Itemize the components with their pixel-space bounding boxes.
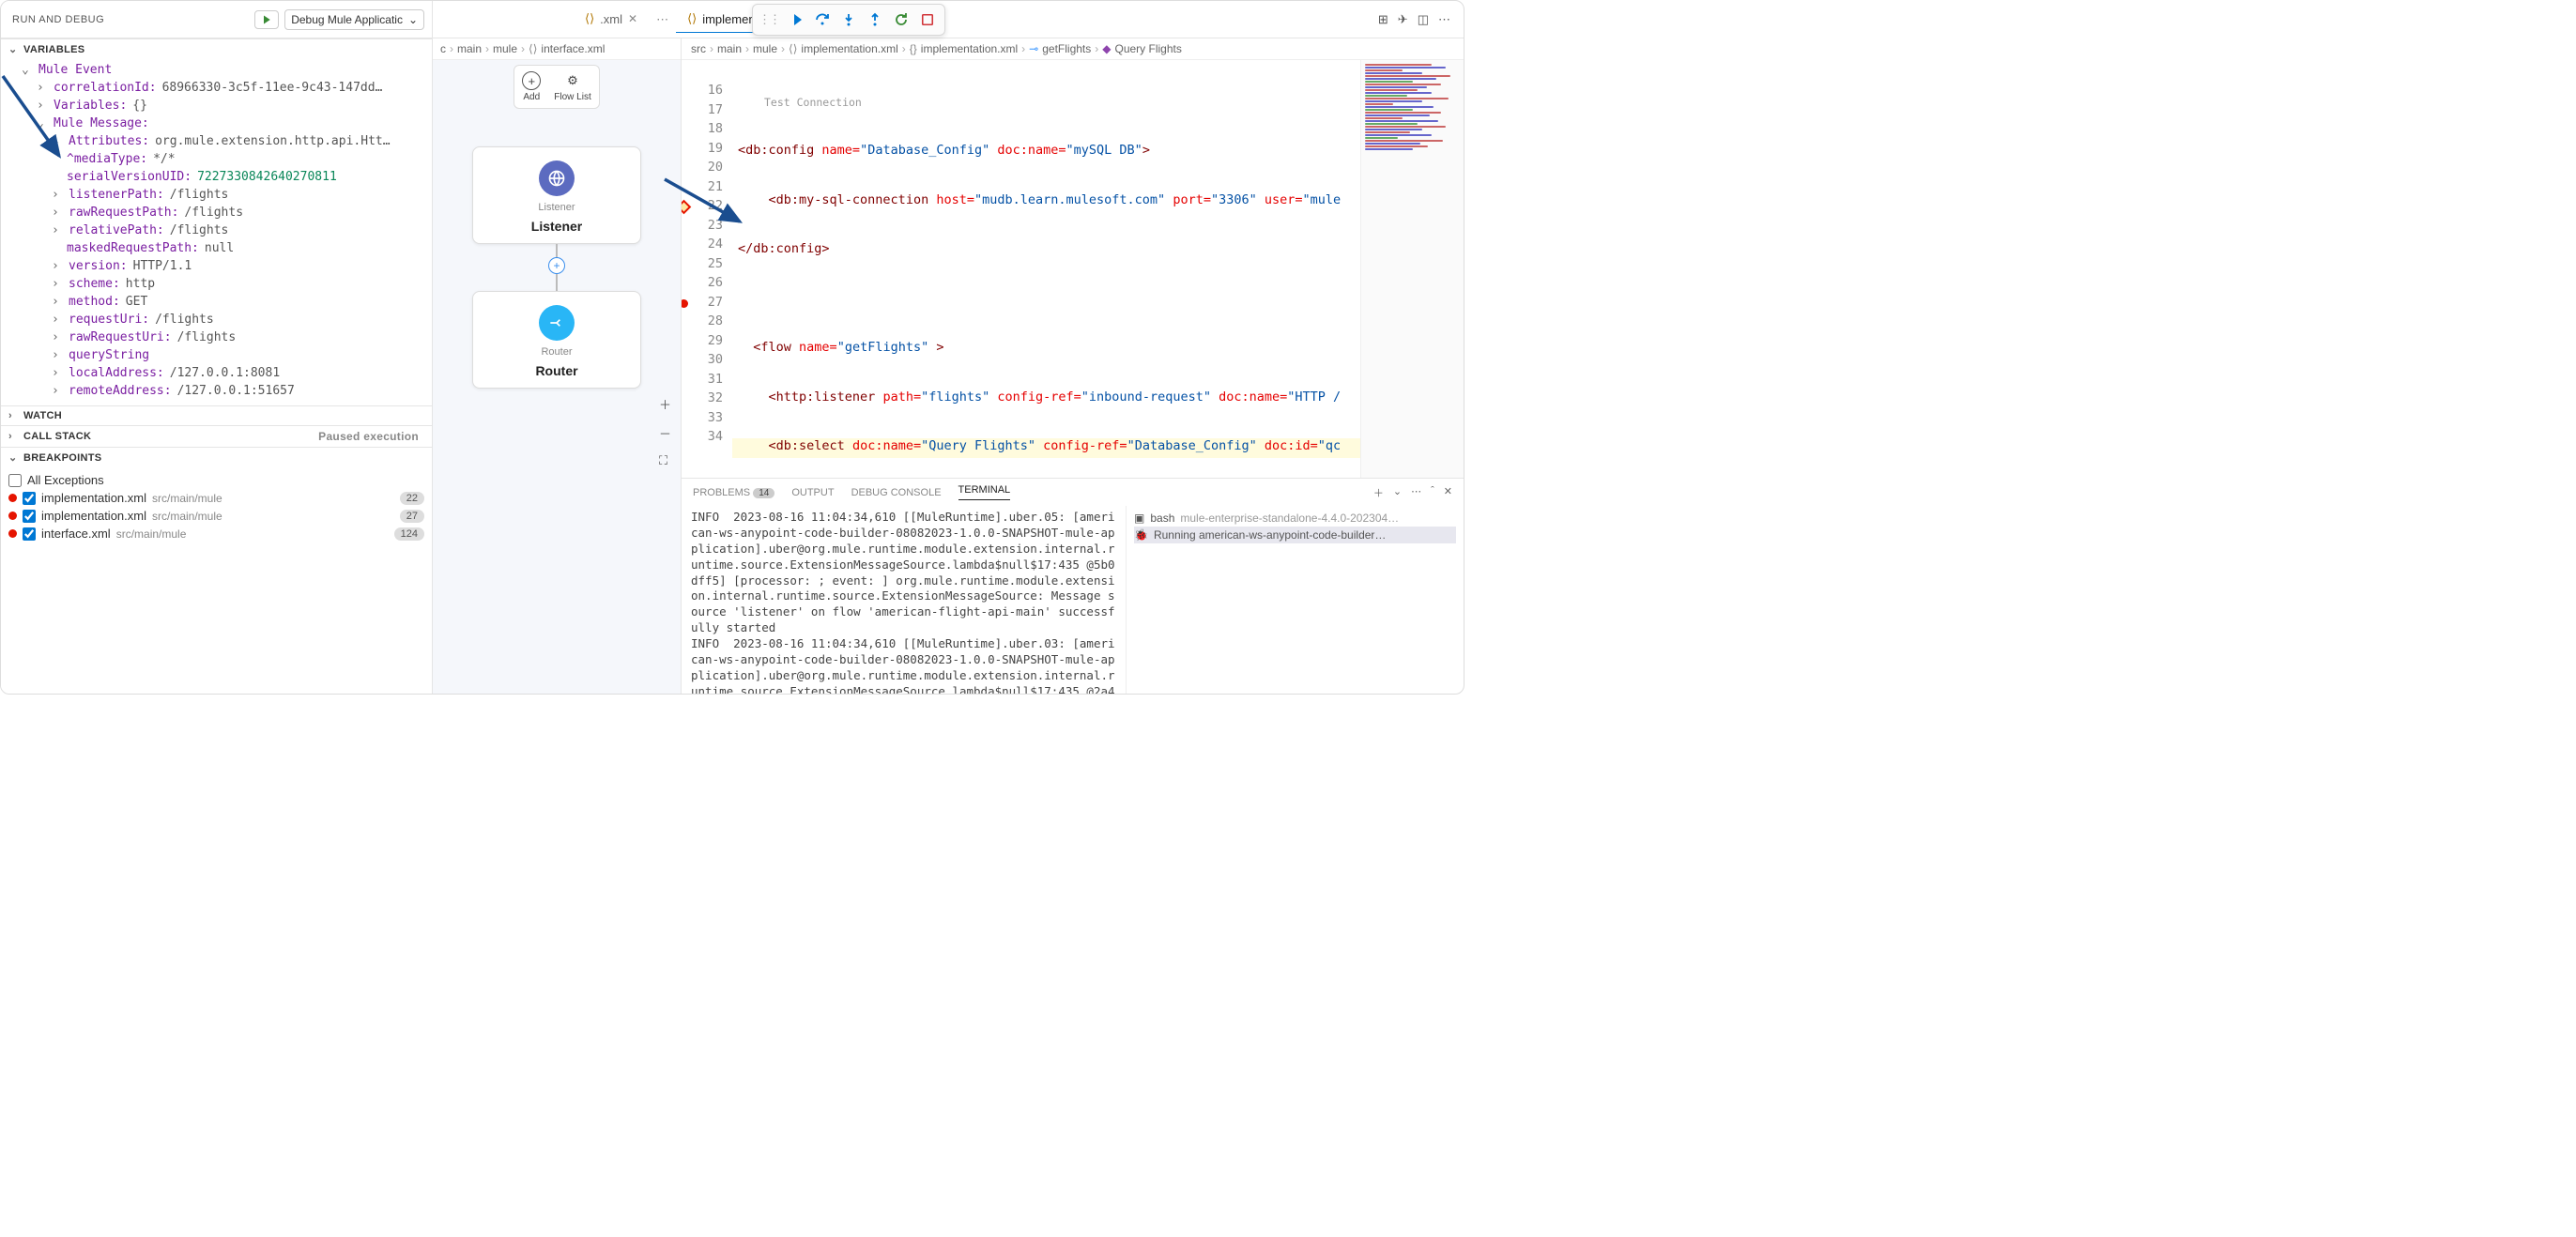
tree-node[interactable]: ›method: GET — [1, 293, 432, 311]
problems-tab[interactable]: PROBLEMS 14 — [693, 487, 774, 498]
step-over-button[interactable] — [811, 8, 834, 31]
tree-node[interactable]: ›relativePath: /flights — [1, 221, 432, 239]
breakpoints-section[interactable]: ⌄BREAKPOINTS All Exceptions implementati… — [1, 447, 432, 546]
restart-button[interactable] — [890, 8, 912, 31]
zoom-out-button[interactable]: － — [659, 424, 671, 442]
code-lines[interactable]: Test Connection <db:config name="Databas… — [732, 60, 1360, 478]
terminal-list: ▣bash mule-enterprise-standalone-4.4.0-2… — [1126, 506, 1464, 694]
zoom-in-button[interactable]: ＋ — [659, 395, 671, 413]
annotation-arrow-1 — [0, 67, 106, 173]
bottom-panel: PROBLEMS 14 OUTPUT DEBUG CONSOLE TERMINA… — [682, 478, 1464, 694]
plus-icon: + — [522, 71, 541, 90]
main-area: ⋮⋮ ⟨⟩.xml✕ ⋯ ⟨⟩implementation.xml✕ ⟨⟩int… — [433, 1, 1464, 694]
editor-tabs: ⟨⟩.xml✕ ⋯ ⟨⟩implementation.xml✕ ⟨⟩interf… — [433, 1, 1464, 38]
close-icon[interactable]: ✕ — [628, 12, 637, 25]
maximize-button[interactable]: ˆ — [1431, 485, 1434, 500]
flowlist-button[interactable]: ⚙Flow List — [554, 71, 590, 102]
tree-node[interactable]: ›version: HTTP/1.1 — [1, 257, 432, 275]
close-panel-button[interactable]: ✕ — [1444, 485, 1452, 500]
add-node-button[interactable]: + — [548, 257, 565, 274]
checkbox[interactable] — [23, 492, 36, 505]
start-debug-button[interactable] — [254, 10, 279, 29]
sidebar-header: RUN AND DEBUG Debug Mule Applicatic ⌄ — [1, 1, 432, 38]
codelens[interactable]: Test Connection — [732, 96, 1360, 113]
flow-breadcrumbs[interactable]: c› main› mule› ⟨⟩interface.xml — [433, 38, 681, 60]
tree-node[interactable]: ›requestUri: /flights — [1, 311, 432, 328]
chevron-down-icon: ⌄ — [408, 13, 418, 26]
tree-node[interactable]: ›rawRequestUri: /flights — [1, 328, 432, 346]
file-icon: ⟨⟩ — [585, 11, 594, 26]
tree-node[interactable]: ›queryString — [1, 346, 432, 364]
sidebar-title: RUN AND DEBUG — [12, 14, 104, 25]
watch-section[interactable]: ›WATCH — [1, 405, 432, 425]
continue-button[interactable] — [785, 8, 807, 31]
terminal-output[interactable]: INFO 2023-08-16 11:04:34,610 [[MuleRunti… — [682, 506, 1126, 694]
breakpoint-icon[interactable] — [682, 299, 688, 308]
tree-node[interactable]: ›listenerPath: /flights — [1, 186, 432, 204]
breakpoint-dot-icon — [8, 512, 17, 520]
editor-split: c› main› mule› ⟨⟩interface.xml +Add ⚙Flo… — [433, 38, 1464, 694]
globe-icon — [539, 160, 575, 196]
debug-toolbar[interactable]: ⋮⋮ — [752, 4, 945, 36]
checkbox[interactable] — [23, 527, 36, 541]
more-button[interactable]: ⋯ — [1411, 485, 1421, 500]
code-body[interactable]: 16 17 18 19 20 21 22 23 24 25 26 27 28 2… — [682, 60, 1464, 478]
debug-console-tab[interactable]: DEBUG CONSOLE — [851, 487, 942, 498]
hierarchy-icon[interactable]: ⊞ — [1378, 12, 1388, 27]
minimap[interactable] — [1360, 60, 1464, 478]
tree-node[interactable]: ›remoteAddress: /127.0.0.1:51657 — [1, 382, 432, 400]
drag-grip-icon[interactable]: ⋮⋮ — [759, 12, 781, 27]
breadcrumbs[interactable]: src› main› mule› ⟨⟩implementation.xml› {… — [682, 38, 1464, 60]
annotation-arrow-2 — [655, 170, 759, 238]
tree-node[interactable]: ›rawRequestPath: /flights — [1, 204, 432, 221]
breakpoint-row[interactable]: interface.xml src/main/mule124 — [8, 525, 424, 542]
file-icon: ⟨⟩ — [687, 11, 697, 26]
flow-canvas[interactable]: c› main› mule› ⟨⟩interface.xml +Add ⚙Flo… — [433, 38, 682, 694]
app-root: RUN AND DEBUG Debug Mule Applicatic ⌄ ⌄V… — [0, 0, 1464, 695]
editor-tab[interactable]: ⟨⟩.xml✕ — [574, 6, 649, 33]
breakpoint-dot-icon — [8, 529, 17, 538]
breakpoint-row[interactable]: implementation.xml src/main/mule22 — [8, 489, 424, 507]
breakpoint-dot-icon — [8, 494, 17, 502]
checkbox[interactable] — [8, 474, 22, 487]
checkbox[interactable] — [23, 510, 36, 523]
flow-toolbar: +Add ⚙Flow List — [514, 65, 599, 109]
panel-tabs: PROBLEMS 14 OUTPUT DEBUG CONSOLE TERMINA… — [682, 479, 1464, 506]
new-terminal-button[interactable]: ＋ — [1373, 485, 1384, 500]
tree-node[interactable]: maskedRequestPath: null — [1, 239, 432, 257]
fullscreen-button[interactable]: ⛶ — [659, 453, 671, 468]
callstack-section[interactable]: ›CALL STACKPaused execution — [1, 425, 432, 447]
rocket-icon[interactable]: ✈ — [1398, 12, 1408, 27]
router-icon — [539, 305, 575, 341]
tree-node[interactable]: ›scheme: http — [1, 275, 432, 293]
shell-icon: ▣ — [1134, 512, 1144, 525]
terminal-tab[interactable]: TERMINAL — [958, 484, 1011, 500]
terminal-item[interactable]: 🐞Running american-ws-anypoint-code-build… — [1134, 527, 1456, 543]
split-terminal-button[interactable]: ⌄ — [1393, 485, 1402, 500]
stop-button[interactable] — [916, 8, 939, 31]
overflow-icon[interactable]: ⋯ — [656, 12, 668, 27]
sliders-icon: ⚙ — [563, 71, 582, 90]
code-editor: src› main› mule› ⟨⟩implementation.xml› {… — [682, 38, 1464, 694]
gutter[interactable]: 16 17 18 19 20 21 22 23 24 25 26 27 28 2… — [682, 60, 732, 478]
step-into-button[interactable] — [837, 8, 860, 31]
breakpoint-row[interactable]: implementation.xml src/main/mule27 — [8, 507, 424, 525]
chevron-down-icon: ⌄ — [8, 43, 20, 55]
debug-config-select[interactable]: Debug Mule Applicatic ⌄ — [284, 9, 424, 30]
breakpoint-all-exceptions[interactable]: All Exceptions — [8, 471, 424, 489]
output-tab[interactable]: OUTPUT — [791, 487, 834, 498]
flow-node-listener[interactable]: Listener Listener — [472, 146, 641, 244]
tree-node[interactable]: ›localAddress: /127.0.0.1:8081 — [1, 364, 432, 382]
step-out-button[interactable] — [864, 8, 886, 31]
bug-icon: 🐞 — [1134, 528, 1148, 542]
flow-node-router[interactable]: Router Router — [472, 291, 641, 389]
add-button[interactable]: +Add — [522, 71, 541, 102]
split-icon[interactable]: ◫ — [1418, 12, 1429, 27]
terminal-item[interactable]: ▣bash mule-enterprise-standalone-4.4.0-2… — [1134, 510, 1456, 527]
more-icon[interactable]: ⋯ — [1438, 12, 1450, 27]
flow-connector: + — [556, 244, 558, 291]
